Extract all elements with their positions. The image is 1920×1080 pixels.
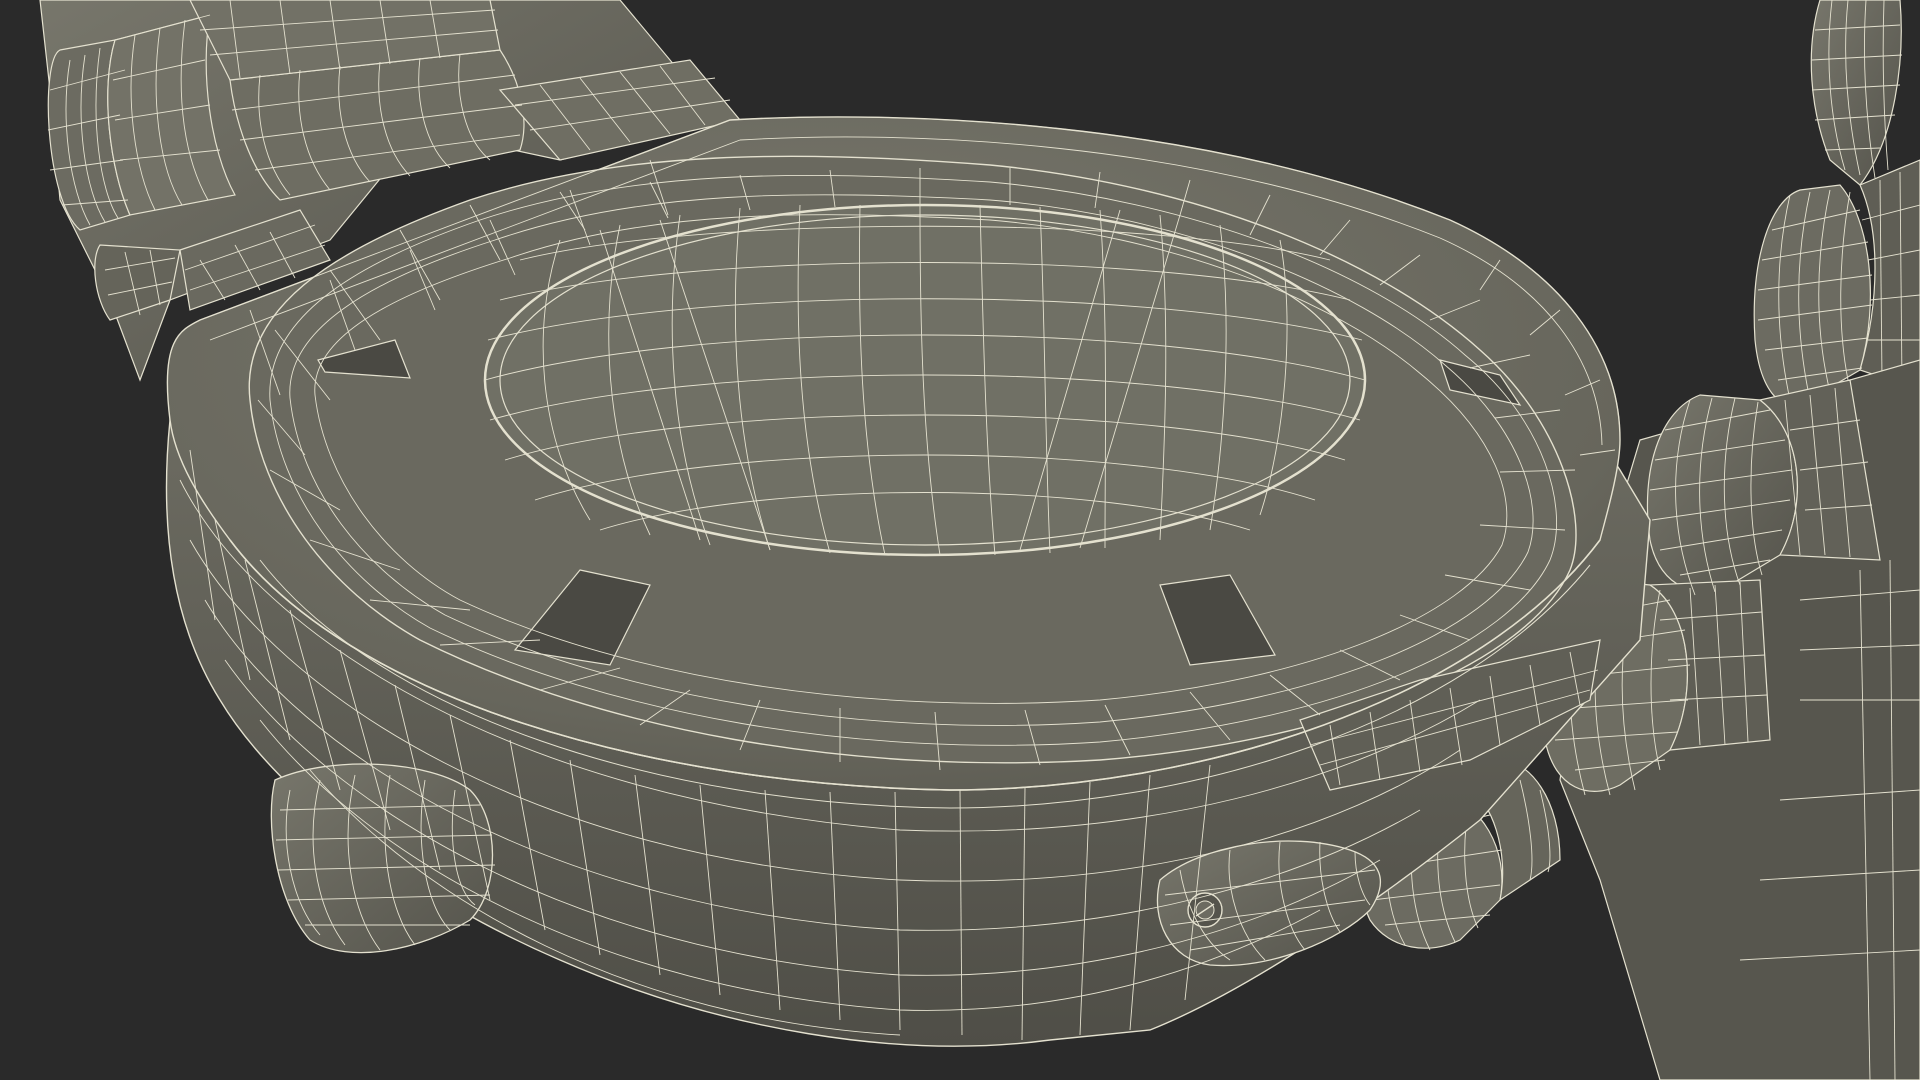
wireframe-watch-scene <box>39 0 1920 1080</box>
case-lug-left <box>270 763 494 954</box>
bracelet-top-right <box>1753 0 1920 407</box>
render-viewport <box>0 0 1920 1080</box>
caseback-center-disc <box>483 203 1367 557</box>
bracelet-link <box>1753 184 1871 407</box>
